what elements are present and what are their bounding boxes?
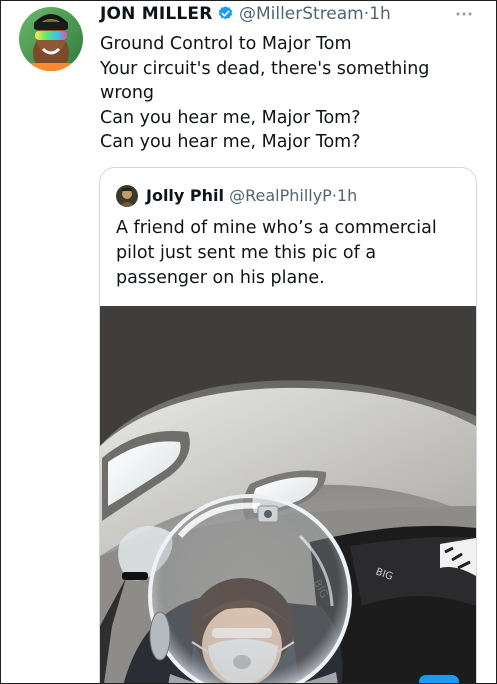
- author-avatar[interactable]: [19, 7, 83, 71]
- tweet-card: JON MILLER @MillerStream·1h Ground Contr…: [0, 0, 497, 684]
- more-options-icon[interactable]: [454, 5, 474, 17]
- tweet-text: Ground Control to Major Tom Your circuit…: [100, 32, 470, 155]
- author-handle[interactable]: @MillerStream: [239, 4, 364, 24]
- tweet-header: JON MILLER @MillerStream·1h: [100, 3, 391, 25]
- quoted-tweet-text: A friend of mine who’s a commercial pilo…: [116, 218, 437, 288]
- verified-badge-icon: [217, 5, 234, 22]
- quoted-tweet-photo[interactable]: BIG BIG: [100, 306, 476, 683]
- scroll-indicator: [419, 675, 459, 683]
- quoted-tweet[interactable]: Jolly Phil @RealPhillyP·1h A friend of m…: [99, 167, 477, 683]
- tweet-line: Can you hear me, Major Tom?: [100, 132, 361, 152]
- tweet-line: Can you hear me, Major Tom?: [100, 107, 361, 128]
- tweet-timestamp[interactable]: 1h: [369, 4, 391, 24]
- author-name[interactable]: JON MILLER: [100, 4, 213, 24]
- quoted-author-name[interactable]: Jolly Phil: [146, 186, 224, 205]
- quoted-tweet-header: Jolly Phil @RealPhillyP·1h: [146, 185, 357, 207]
- tweet-line: Ground Control to Major Tom: [100, 34, 352, 54]
- quoted-tweet-timestamp[interactable]: 1h: [337, 186, 357, 205]
- tweet-line: Your circuit's dead, there's something w…: [100, 58, 430, 104]
- quoted-author-avatar[interactable]: [116, 185, 138, 207]
- quoted-author-handle[interactable]: @RealPhillyP: [229, 186, 332, 205]
